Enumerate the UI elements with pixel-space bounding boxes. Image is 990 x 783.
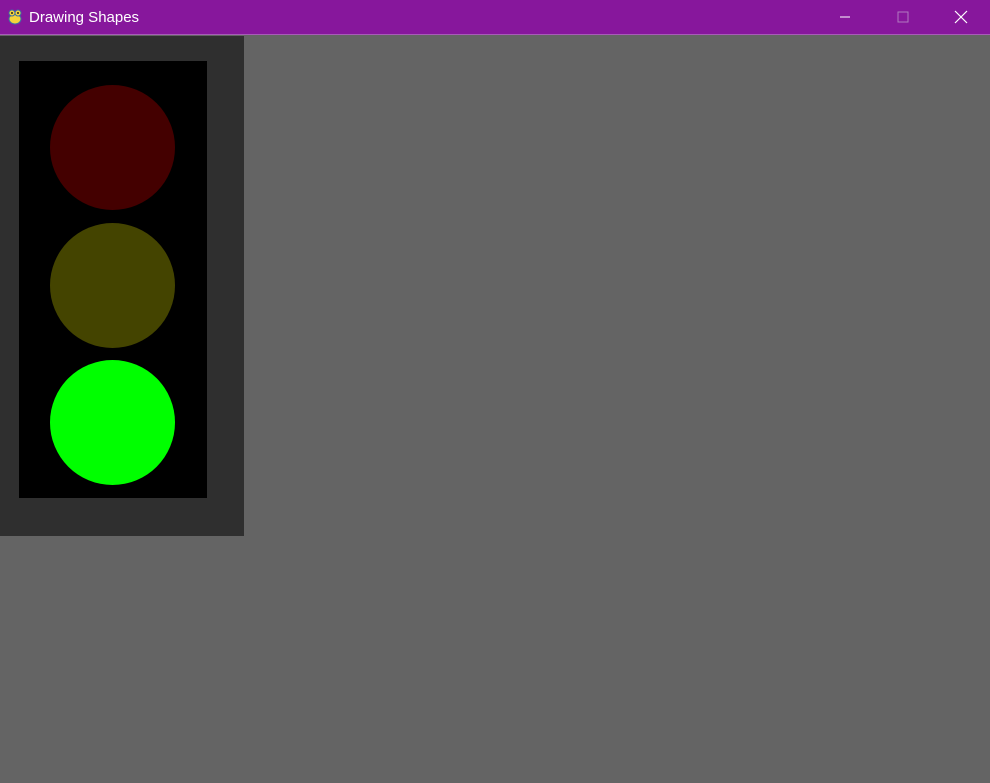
red-lamp xyxy=(50,85,175,210)
app-window: Drawing Shapes xyxy=(0,0,990,783)
traffic-light-panel xyxy=(0,36,244,536)
minimize-button[interactable] xyxy=(816,0,874,34)
close-button[interactable] xyxy=(932,0,990,34)
maximize-icon xyxy=(897,11,909,23)
traffic-light-housing xyxy=(19,61,207,498)
yellow-lamp xyxy=(50,223,175,348)
maximize-button[interactable] xyxy=(874,0,932,34)
close-icon xyxy=(954,10,968,24)
pygame-snake-icon xyxy=(6,8,24,26)
window-controls xyxy=(816,0,990,34)
minimize-icon xyxy=(840,16,850,18)
green-lamp xyxy=(50,360,175,485)
drawing-canvas[interactable] xyxy=(0,36,990,783)
window-title: Drawing Shapes xyxy=(29,8,140,26)
title-bar[interactable]: Drawing Shapes xyxy=(0,0,990,35)
